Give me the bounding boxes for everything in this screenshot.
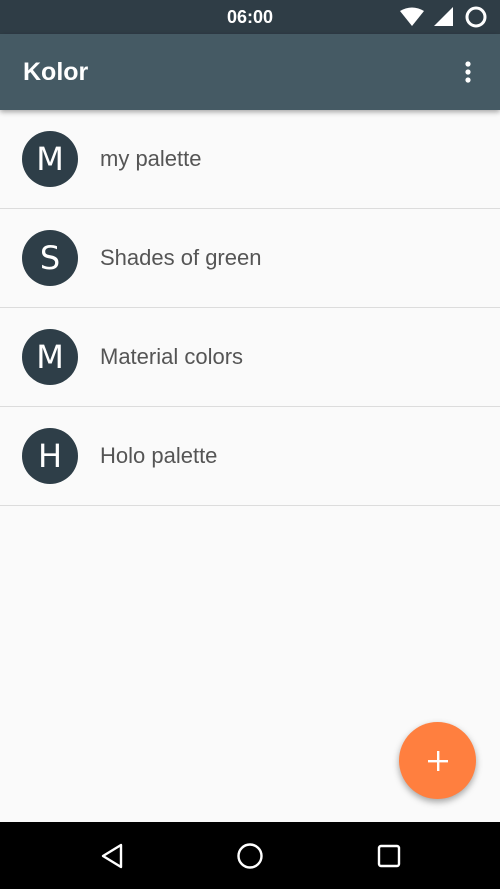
palette-name: Holo palette [100,443,218,468]
home-icon [237,843,263,869]
navigation-bar [0,822,500,889]
palette-name: Shades of green [100,245,262,270]
avatar: H [22,428,78,484]
home-button[interactable] [228,834,272,878]
status-icons [400,5,488,29]
recents-icon [377,844,401,868]
status-bar: 06:00 [0,0,500,34]
wifi-icon [400,7,424,26]
palette-name: Material colors [100,344,244,369]
app-title: Kolor [23,58,89,86]
palette-name: my palette [100,146,202,171]
battery-icon [465,6,487,28]
recents-button[interactable] [367,834,411,878]
avatar: M [22,329,78,385]
list-item[interactable]: M my palette [0,110,500,209]
signal-icon [434,7,453,26]
list-item[interactable]: S Shades of green [0,209,500,308]
avatar: M [22,131,78,187]
list-item[interactable]: M Material colors [0,308,500,407]
overflow-menu-button[interactable] [448,52,488,92]
avatar: S [22,230,78,286]
list-item[interactable]: H Holo palette [0,407,500,506]
back-button[interactable] [90,834,134,878]
palette-list: M my palette S Shades of green M Materia… [0,110,500,506]
plus-icon [427,750,448,771]
back-icon [101,843,123,869]
more-vert-icon [465,61,471,83]
app-bar: Kolor [0,34,500,110]
add-palette-button[interactable] [399,722,476,799]
